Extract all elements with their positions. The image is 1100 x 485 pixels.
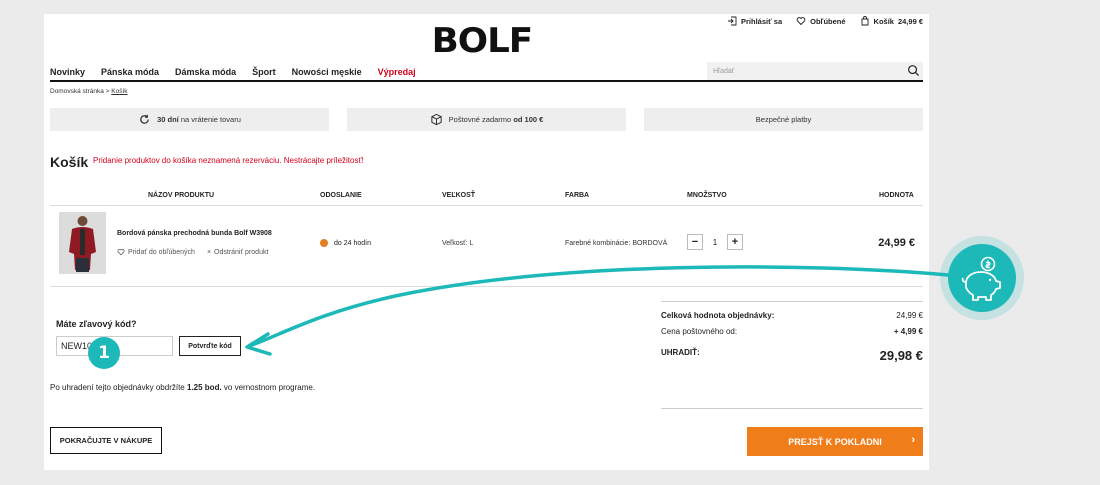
order-value-label: Celková hodnota objednávky: xyxy=(661,311,775,320)
product-name[interactable]: Bordová pánska prechodná bunda Bolf W390… xyxy=(117,230,272,237)
product-actions: Pridať do obľúbených × Odstrániť produkt xyxy=(117,248,268,256)
decrease-qty-button[interactable]: − xyxy=(687,234,703,250)
cart-label: Košík xyxy=(873,16,894,26)
total-label: UHRADIŤ: xyxy=(661,348,700,357)
search-input[interactable]: Hľadať xyxy=(707,62,923,80)
payments-info: Bezpečné platby xyxy=(644,108,923,131)
remove-product-label: Odstrániť produkt xyxy=(214,248,269,256)
add-favorite-button[interactable]: Pridať do obľúbených xyxy=(117,248,195,256)
total-value: 29,98 € xyxy=(879,348,923,363)
step-badge: 1 xyxy=(88,337,120,369)
loyalty-pre: Po uhradení tejto objednávky obdržíte xyxy=(50,383,185,392)
product-price: 24,99 € xyxy=(878,237,915,249)
nav-item-men[interactable]: Pánska móda xyxy=(101,67,159,77)
returns-text: na vrátenie tovaru xyxy=(180,115,241,124)
piggy-bank-icon xyxy=(948,244,1016,312)
bag-icon xyxy=(861,16,868,26)
summary-bottom-divider xyxy=(661,408,923,409)
cart-page: Prihlásiť sa Obľúbené Košík 24,99 € BOLF… xyxy=(44,14,929,470)
add-favorite-label: Pridať do obľúbených xyxy=(128,248,195,256)
availability-dot xyxy=(320,239,328,247)
loyalty-post: vo vernostnom programe. xyxy=(223,383,316,392)
main-nav: Novinky Pánska móda Dámska móda Šport No… xyxy=(50,67,432,77)
shipping-info: Poštovné zadarmo od 100 € xyxy=(347,108,626,131)
col-header-size: VEĽKOSŤ xyxy=(442,192,476,199)
shipping-text: Poštovné zadarmo xyxy=(448,115,512,124)
utility-bar: Prihlásiť sa Obľúbené Košík 24,99 € xyxy=(727,16,923,26)
returns-info: 30 dní na vrátenie tovaru xyxy=(50,108,329,131)
col-header-shipping: ODOSLANIE xyxy=(320,192,362,199)
remove-product-button[interactable]: × Odstrániť produkt xyxy=(207,248,268,256)
nav-item-women[interactable]: Dámska móda xyxy=(175,67,236,77)
order-value: 24,99 € xyxy=(896,311,923,320)
col-header-value: HODNOTA xyxy=(879,192,914,199)
piggy-bank-glyph xyxy=(961,256,1001,301)
heart-icon xyxy=(796,17,806,26)
brand-logo[interactable]: BOLF xyxy=(432,24,534,58)
shipping-time: do 24 hodín xyxy=(320,239,371,247)
nav-divider xyxy=(50,80,923,82)
shipping-cost: + 4,99 € xyxy=(893,327,923,336)
payments-text: Bezpečné platby xyxy=(755,115,812,124)
product-color: Farebné kombinácie: BORDOVÁ xyxy=(565,240,668,247)
summary-top-divider xyxy=(661,301,923,302)
increase-qty-button[interactable]: + xyxy=(727,234,743,250)
page-title: Košík xyxy=(50,154,89,170)
summary-order-row: Celková hodnota objednávky: 24,99 € xyxy=(661,311,923,320)
login-label: Prihlásiť sa xyxy=(741,16,783,26)
continue-shopping-button[interactable]: POKRAČUJTE V NÁKUPE xyxy=(50,427,162,454)
login-link[interactable]: Prihlásiť sa xyxy=(727,16,782,26)
login-icon xyxy=(728,16,737,26)
shipping-cost-label: Cena poštovného od: xyxy=(661,327,738,336)
search-icon[interactable] xyxy=(907,64,920,77)
coupon-label: Máte zľavový kód? xyxy=(56,319,137,329)
refresh-icon xyxy=(140,114,149,124)
breadcrumb-home[interactable]: Domovská stránka xyxy=(50,88,104,95)
close-icon: × xyxy=(206,248,212,256)
nav-item-novinky[interactable]: Novinky xyxy=(50,67,85,77)
col-header-color: FARBA xyxy=(565,192,590,199)
shipping-threshold: od 100 € xyxy=(513,115,544,124)
col-header-qty: MNOŽSTVO xyxy=(687,192,727,199)
checkout-label: PREJSŤ K POKLADNI xyxy=(788,436,882,447)
jacket-figure xyxy=(59,212,106,274)
reservation-notice: Pridanie produktov do košíka neznamená r… xyxy=(93,156,364,165)
favorites-link[interactable]: Obľúbené xyxy=(796,16,846,26)
chevron-right-icon: › xyxy=(911,434,915,446)
loyalty-note: Po uhradení tejto objednávky obdržíte 1.… xyxy=(50,382,320,394)
product-image[interactable] xyxy=(59,212,106,274)
table-row-divider xyxy=(50,286,923,287)
shipping-time-label: do 24 hodín xyxy=(334,239,371,247)
loyalty-points: 1.25 bod. xyxy=(187,383,222,392)
package-icon xyxy=(431,113,442,126)
search-placeholder: Hľadať xyxy=(713,67,735,75)
breadcrumb-separator: > xyxy=(105,88,110,95)
summary-shipping-row: Cena poštovného od: + 4,99 € xyxy=(661,327,923,336)
nav-item-new-men[interactable]: Nowości męskie xyxy=(292,67,362,77)
returns-days: 30 dní xyxy=(157,115,179,124)
breadcrumb-current[interactable]: Košík xyxy=(111,88,127,95)
col-header-product: NÁZOV PRODUKTU xyxy=(148,192,215,199)
table-header-divider xyxy=(50,205,923,206)
qty-value[interactable]: 1 xyxy=(703,238,727,247)
product-size: Veľkosť: L xyxy=(442,240,474,247)
favorites-label: Obľúbené xyxy=(810,16,846,26)
cart-total: 24,99 € xyxy=(897,16,923,26)
checkout-button[interactable]: PREJSŤ K POKLADNI › xyxy=(747,427,923,456)
cart-link[interactable]: Košík 24,99 € xyxy=(860,16,923,26)
quantity-stepper: − 1 + xyxy=(687,234,743,250)
heart-icon xyxy=(117,248,125,256)
breadcrumb: Domovská stránka > Košík xyxy=(50,88,128,95)
summary-total-row: UHRADIŤ: 29,98 € xyxy=(661,348,923,363)
nav-item-sport[interactable]: Šport xyxy=(252,67,276,77)
apply-coupon-button[interactable]: Potvrďte kód xyxy=(179,336,241,356)
nav-item-sale[interactable]: Výpredaj xyxy=(378,67,416,77)
